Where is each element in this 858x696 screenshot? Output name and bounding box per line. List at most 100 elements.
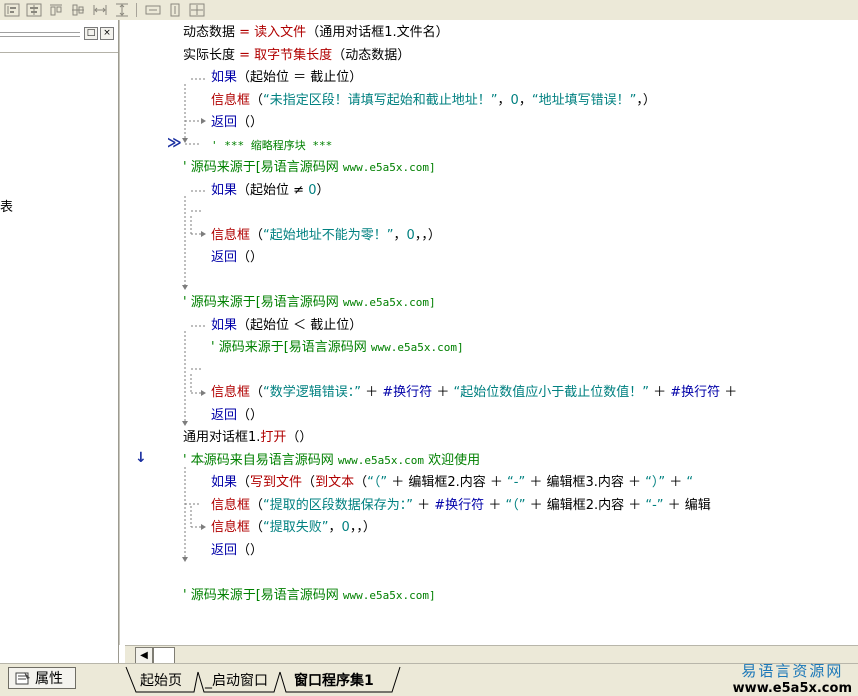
horizontal-space-icon[interactable] [143, 1, 163, 19]
code-token: 返回 [211, 115, 238, 130]
code-editor[interactable]: 动态数据 = 读入文件（通用对话框1.文件名） 实际长度 = 取字节集长度（动态… [125, 20, 858, 645]
code-token: ，） [636, 93, 656, 108]
panel-text-fragment: 表 [0, 200, 14, 215]
code-line[interactable]: 实际长度 = 取字节集长度（动态数据） [183, 46, 410, 66]
code-token: #换行符 [434, 498, 485, 513]
tab-startup-window[interactable]: _启动窗口 [193, 668, 282, 692]
code-token: 0 [510, 93, 519, 108]
code-line[interactable]: 信息框（“数学逻辑错误：” ＋ #换行符 ＋ “起始位数值应小于截止位数值！” … [211, 383, 737, 403]
tab-start-page[interactable]: 起始页 [128, 668, 196, 692]
code-token: ＋ [484, 498, 506, 513]
code-token: （起始位 ＝ 截止位） [237, 70, 363, 85]
code-token: 通用对话框1. [183, 430, 261, 445]
code-token: 读入文件 [254, 25, 307, 40]
code-token: （动态数据） [332, 48, 411, 63]
code-token: 动态数据 [183, 25, 240, 40]
code-token: ，，） [349, 520, 376, 535]
code-token: “起始位数值应小于截止位数值！” [453, 385, 649, 400]
code-token: “（” [505, 498, 526, 513]
code-line[interactable]: 信息框（“起始地址不能为零！”，0，，） [211, 226, 441, 246]
code-token: ＋ [432, 385, 454, 400]
align-left-icon[interactable] [2, 1, 22, 19]
toolbar-separator [136, 3, 137, 17]
code-line[interactable]: 信息框（“未指定区段！请填写起始和截止地址！”，0，“地址填写错误！”，） [211, 91, 656, 111]
code-token: （ [302, 475, 316, 490]
code-token: ＋ [413, 498, 435, 513]
code-token: ＋ 编辑框2.内容 ＋ [387, 475, 508, 490]
code-line[interactable]: ' 源码来源于[易语言源码网 www.e5a5x.com] [183, 586, 436, 606]
code-line[interactable]: 动态数据 = 读入文件（通用对话框1.文件名） [183, 23, 449, 43]
code-token: 到文本 [315, 475, 355, 490]
left-dock-panel: □ × 表 [0, 20, 119, 665]
code-line[interactable]: 返回（） [211, 406, 263, 426]
code-token: “-” [507, 475, 526, 490]
code-token: #换行符 [382, 385, 433, 400]
code-token: ， [393, 228, 407, 243]
code-line[interactable]: ' 源码来源于[易语言源码网 www.e5a5x.com] [183, 158, 436, 178]
current-line-marker: ↓ [135, 450, 147, 466]
code-token: （起始位 ＜ 截止位） [237, 318, 363, 333]
code-line[interactable]: ' *** 缩略程序块 *** [211, 136, 332, 156]
code-token: （） [237, 543, 264, 558]
code-line[interactable]: 返回（） [211, 248, 263, 268]
code-token: ＋ [361, 385, 383, 400]
code-line[interactable]: 如果（起始位 ≠ 0） [211, 181, 329, 201]
code-line[interactable]: 返回（） [211, 541, 263, 561]
code-token: ） [316, 183, 330, 198]
vertical-space-icon[interactable] [165, 1, 185, 19]
code-line[interactable]: 信息框（“提取的区段数据保存为：” ＋ #换行符 ＋ “（” ＋ 编辑框2.内容… [211, 496, 711, 516]
code-line[interactable]: ' 源码来源于[易语言源码网 www.e5a5x.com] [211, 338, 464, 358]
code-token: ， [328, 520, 342, 535]
code-token: ＋ [648, 385, 671, 400]
code-token: “）” [645, 475, 666, 490]
properties-tab[interactable]: 属性 [8, 667, 76, 689]
code-token: ' 本源码来自易语言源码网 [183, 453, 338, 468]
code-token: “ [686, 475, 694, 490]
code-line[interactable]: 如果（起始位 ＜ 截止位） [211, 316, 362, 336]
code-token: “起始地址不能为零！” [263, 228, 394, 243]
code-token: 0 [341, 520, 350, 535]
code-line[interactable]: ' 本源码来自易语言源码网 www.e5a5x.com 欢迎使用 [183, 451, 480, 471]
properties-icon [15, 672, 30, 685]
panel-grip[interactable] [0, 32, 80, 37]
code-token: ， [518, 93, 532, 108]
code-token: （） [237, 250, 264, 265]
code-token: （） [237, 115, 264, 130]
code-line[interactable]: 如果（写到文件（到文本（“（” ＋ 编辑框2.内容 ＋ “-” ＋ 编辑框3.内… [211, 473, 693, 493]
code-line[interactable]: 如果（起始位 ＝ 截止位） [211, 68, 362, 88]
same-height-icon[interactable] [112, 1, 132, 19]
collapsed-block-marker[interactable]: ≫ [167, 135, 182, 151]
properties-label: 属性 [35, 671, 63, 687]
brand-title: 易语言资源网 [741, 662, 844, 680]
code-token: 写到文件 [250, 475, 303, 490]
code-token: www.e5a5x.com [337, 454, 424, 467]
code-line[interactable]: 返回（） [211, 113, 263, 133]
code-token: （ [250, 498, 264, 513]
align-center-icon[interactable] [24, 1, 44, 19]
center-in-window-icon[interactable] [187, 1, 207, 19]
code-token: 信息框 [211, 385, 251, 400]
panel-close-button[interactable]: × [100, 27, 114, 40]
code-token: （） [286, 430, 313, 445]
code-token: ＋ 编辑 [663, 498, 711, 513]
code-token: “提取的区段数据保存为：” [263, 498, 414, 513]
align-top-icon[interactable] [46, 1, 66, 19]
code-line[interactable]: 信息框（“提取失败”，0，，） [211, 518, 376, 538]
site-brand: 易语言资源网 www.e5a5x.com [733, 660, 852, 696]
code-token: ＋ [720, 385, 738, 400]
code-line[interactable]: ' 源码来源于[易语言源码网 www.e5a5x.com] [183, 293, 436, 313]
bottom-bar: 属性 起始页 _启动窗口 窗口程序集1 易语言资源网 www.e5a5x.com [0, 660, 858, 696]
code-token: = [239, 48, 255, 63]
code-token: 如果 [211, 183, 238, 198]
same-width-icon[interactable] [90, 1, 110, 19]
code-token: ＋ 编辑框2.内容 ＋ [525, 498, 646, 513]
code-token: （通用对话框1.文件名） [306, 25, 449, 40]
code-line[interactable]: 通用对话框1.打开（） [183, 428, 312, 448]
code-token: 信息框 [211, 498, 251, 513]
tab-window-program-set[interactable]: 窗口程序集1 [282, 669, 388, 691]
panel-pin-button[interactable]: □ [84, 27, 98, 40]
align-middle-icon[interactable] [68, 1, 88, 19]
code-token: 0 [406, 228, 415, 243]
code-token: www.e5a5x.com] [370, 341, 464, 354]
code-token: （ [250, 93, 264, 108]
